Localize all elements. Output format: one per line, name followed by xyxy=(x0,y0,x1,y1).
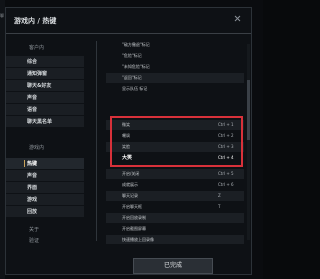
hotkey-row[interactable]: "危险"标记 xyxy=(106,51,244,61)
hotkey-row[interactable]: 快速播放上回录像 xyxy=(106,235,244,244)
hotkey-name: 开启截图屏幕 xyxy=(122,226,146,231)
sidebar-item-game[interactable]: 游戏 xyxy=(6,194,84,205)
sidebar-section-ingame: 游戏内 xyxy=(29,145,45,151)
hotkey-row[interactable]: 开启聊天框 T xyxy=(106,202,244,212)
hotkey-binding[interactable]: T xyxy=(218,204,220,209)
sidebar-item-label: 通知弹窗 xyxy=(27,71,48,77)
sidebar-item-label: 声音 xyxy=(27,95,38,101)
hotkey-row[interactable]: 开启回放录制 xyxy=(106,213,244,223)
hotkey-name: 成就展示 xyxy=(122,182,138,187)
sidebar-item-label: 综合 xyxy=(27,59,38,65)
dialog-title: 游戏内 / 热键 xyxy=(14,17,57,25)
sidebar-item-sound-client[interactable]: 声音 xyxy=(6,92,84,103)
hotkey-name: 快速播放上回录像 xyxy=(122,237,154,242)
hotkey-row[interactable]: 成就展示 Ctrl + 6 xyxy=(106,180,244,190)
sidebar-item-label: 声音 xyxy=(27,173,38,179)
hotkey-name: 开启聊天框 xyxy=(122,204,142,209)
hotkey-name: "返回"标记 xyxy=(122,75,142,80)
close-icon[interactable] xyxy=(234,15,241,24)
sidebar-item-replay[interactable]: 回放 xyxy=(6,206,84,217)
game-client-window: 聊 游戏内 / 热键 客户内 综合 通知弹窗 聊天&好友 声音 语音 聊天黑名单… xyxy=(0,0,263,279)
sidebar-item-notifications[interactable]: 通知弹窗 xyxy=(6,68,84,79)
hotkey-list-scrollbar[interactable] xyxy=(247,44,250,240)
hotkey-row[interactable]: "返回"标记 xyxy=(106,73,244,83)
hotkey-row[interactable]: 开启/关闭 Ctrl + 5 xyxy=(106,169,244,179)
sidebar-item-chat-friends[interactable]: 聊天&好友 xyxy=(6,80,84,91)
hotkey-row[interactable]: 开启截图屏幕 xyxy=(106,224,244,234)
hotkey-binding[interactable]: Ctrl + 6 xyxy=(218,182,234,187)
sidebar-item-voice[interactable]: 语音 xyxy=(6,104,84,115)
sidebar-item-label: 回放 xyxy=(27,209,38,215)
sidebar-section-client: 客户内 xyxy=(29,45,45,51)
sidebar-item-label: 游戏 xyxy=(27,197,38,203)
done-button[interactable]: 已完成 xyxy=(133,258,213,274)
settings-sidebar: 客户内 综合 通知弹窗 聊天&好友 声音 语音 聊天黑名单 游戏内 热键 声音 … xyxy=(6,34,91,246)
emote-hotkeys-highlight xyxy=(110,116,243,167)
sidebar-item-chat-blacklist[interactable]: 聊天黑名单 xyxy=(6,116,84,127)
hotkey-name: 聊天记录 xyxy=(122,193,138,198)
sidebar-item-general[interactable]: 综合 xyxy=(6,56,84,67)
hotkey-name: "未知危险"标记 xyxy=(122,64,150,69)
sidebar-item-sound-ingame[interactable]: 声音 xyxy=(6,170,84,181)
sidebar-item-label: 聊天黑名单 xyxy=(27,119,53,125)
hotkey-row[interactable]: "未知危险"标记 xyxy=(106,62,244,72)
hotkey-row[interactable]: "敌方撤退"标记 xyxy=(106,40,244,50)
sidebar-item-interface[interactable]: 界面 xyxy=(6,182,84,193)
sidebar-divider xyxy=(96,41,97,241)
scrollbar-thumb[interactable] xyxy=(247,80,250,140)
sidebar-item-verify[interactable]: 验证 xyxy=(29,237,39,244)
sidebar-item-label: 语音 xyxy=(27,107,38,113)
hotkey-name: "敌方撤退"标记 xyxy=(122,42,150,47)
hotkey-name: 开启/关闭 xyxy=(122,171,140,176)
sidebar-item-label: 界面 xyxy=(27,185,38,191)
sidebar-item-hotkeys[interactable]: 热键 xyxy=(6,158,84,169)
dialog-title-bar: 游戏内 / 热键 xyxy=(6,8,251,34)
sidebar-item-label: 聊天&好友 xyxy=(27,83,52,89)
hotkey-name: "危险"标记 xyxy=(122,53,142,58)
hotkey-name: 显示队伍 标记 xyxy=(122,86,148,91)
hotkey-row[interactable]: 显示队伍 标记 xyxy=(106,84,244,94)
sidebar-item-label: 热键 xyxy=(27,161,38,167)
hotkey-binding[interactable]: Ctrl + 5 xyxy=(218,171,234,176)
hotkey-binding[interactable]: Z xyxy=(218,193,221,198)
settings-dialog: 游戏内 / 热键 客户内 综合 通知弹窗 聊天&好友 声音 语音 聊天黑名单 游… xyxy=(5,7,252,275)
sidebar-section-about: 关于 xyxy=(29,227,40,233)
hotkey-name: 开启回放录制 xyxy=(122,215,146,220)
hotkey-row[interactable]: 聊天记录 Z xyxy=(106,191,244,201)
